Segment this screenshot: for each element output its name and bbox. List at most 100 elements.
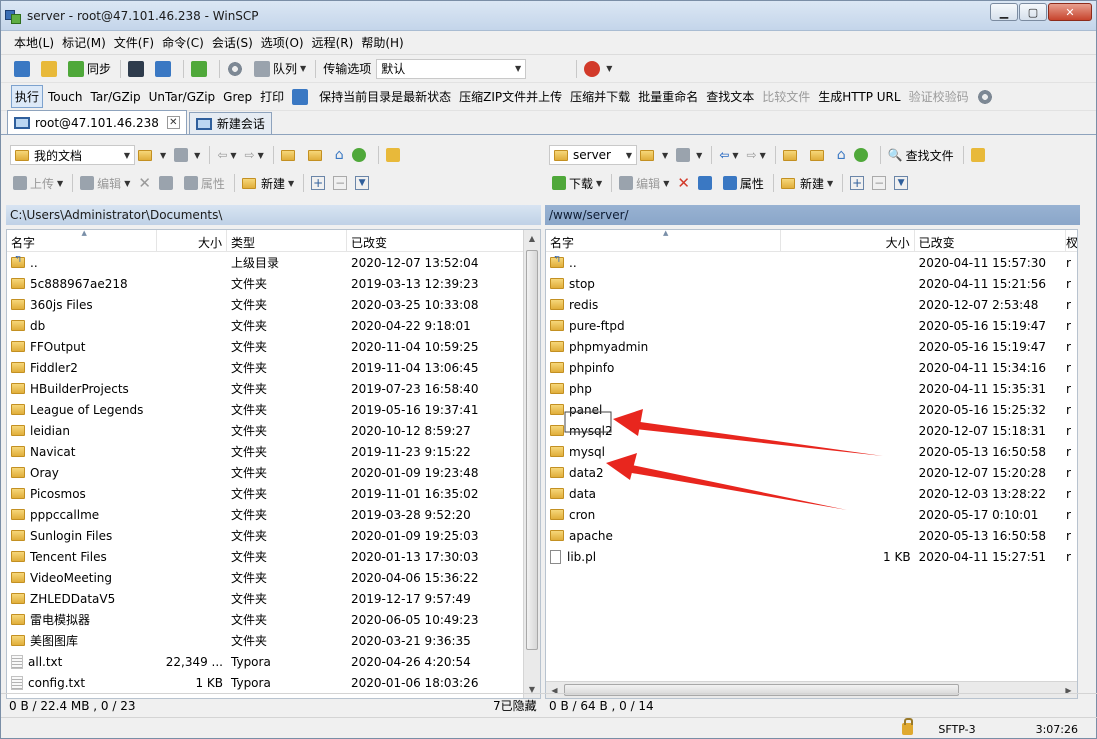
local-refresh-button[interactable] xyxy=(349,146,372,164)
zip-download-button[interactable]: 压缩并下载 xyxy=(567,86,633,107)
local-delete-button[interactable]: ✕ xyxy=(135,172,154,194)
table-row[interactable]: data2 2020-12-07 15:20:28 r xyxy=(546,462,1077,483)
remote-unselect-button[interactable]: − xyxy=(869,174,889,192)
remote-properties-button[interactable]: 属性 xyxy=(720,173,767,194)
remote-filter-select-button[interactable]: ▼ xyxy=(891,174,911,192)
menu-file[interactable]: 文件(F) xyxy=(111,32,157,53)
batch-rename-button[interactable]: 批量重命名 xyxy=(635,86,701,107)
remote-parent-dir-button[interactable] xyxy=(780,148,805,163)
touch-button[interactable]: Touch xyxy=(45,88,85,106)
menu-mark[interactable]: 标记(M) xyxy=(59,32,109,53)
local-edit-button[interactable]: 编辑 ▼ xyxy=(77,173,133,194)
remote-open-dir-button[interactable]: ▼ xyxy=(637,148,671,163)
scroll-up-icon[interactable]: ▲ xyxy=(524,230,540,247)
local-filter-select-button[interactable]: ▼ xyxy=(352,174,372,192)
putty-button[interactable] xyxy=(152,59,177,79)
remote-location-select[interactable]: server ▼ xyxy=(549,145,637,165)
table-row[interactable]: FFOutput 文件夹 2020-11-04 10:59:25 xyxy=(7,336,540,357)
scroll-thumb[interactable] xyxy=(526,250,538,650)
local-parent-dir-button[interactable] xyxy=(278,148,303,163)
local-open-dir-button[interactable]: ▼ xyxy=(135,148,169,163)
table-row[interactable]: 360js Files 文件夹 2020-03-25 10:33:08 xyxy=(7,294,540,315)
table-row[interactable]: db 文件夹 2020-04-22 9:18:01 xyxy=(7,315,540,336)
table-row[interactable]: all.txt 22,349 ... Typora 2020-04-26 4:20:5… xyxy=(7,651,540,672)
table-row[interactable]: panel 2020-05-16 15:25:32 r xyxy=(546,399,1077,420)
close-button[interactable]: ✕ xyxy=(1048,3,1092,21)
custom-commands-settings-button[interactable] xyxy=(974,87,999,107)
untar-gzip-button[interactable]: UnTar/GZip xyxy=(146,88,219,106)
local-properties-button[interactable]: 属性 xyxy=(181,173,228,194)
col-rights-header[interactable]: 杈 xyxy=(1066,230,1077,251)
preferences-button[interactable] xyxy=(224,59,249,79)
generate-url-button[interactable]: 生成HTTP URL xyxy=(815,86,903,107)
table-row[interactable]: mysql2 2020-12-07 15:18:31 r xyxy=(546,420,1077,441)
table-row[interactable]: Picosmos 文件夹 2019-11-01 16:35:02 xyxy=(7,483,540,504)
remote-delete-button[interactable]: ✕ xyxy=(674,172,693,194)
upload-button[interactable]: 上传 ▼ xyxy=(10,173,66,194)
local-tree-button[interactable] xyxy=(383,146,406,164)
remote-select-all-button[interactable]: + xyxy=(847,174,867,192)
compare-dirs-button[interactable] xyxy=(11,59,36,79)
menu-local[interactable]: 本地(L) xyxy=(11,32,57,53)
table-row[interactable]: Oray 文件夹 2020-01-09 19:23:48 xyxy=(7,462,540,483)
queue-button[interactable]: 队列 ▼ xyxy=(251,58,309,79)
table-row[interactable]: League of Legends 文件夹 2019-05-16 19:37:41 xyxy=(7,399,540,420)
close-icon[interactable]: ✕ xyxy=(166,116,180,129)
col-size-header[interactable]: 大小 xyxy=(781,230,915,251)
print-button[interactable]: 打印 xyxy=(257,86,287,107)
local-new-button[interactable]: 新建 ▼ xyxy=(239,173,297,194)
local-filter-button[interactable]: ▼ xyxy=(171,146,203,164)
keep-latest-button[interactable]: 保持当前目录是最新状态 xyxy=(316,86,454,107)
table-row[interactable]: HBuilderProjects 文件夹 2019-07-23 16:58:40 xyxy=(7,378,540,399)
tab-session[interactable]: root@47.101.46.238 ✕ xyxy=(7,110,187,134)
table-row[interactable]: stop 2020-04-11 15:21:56 r xyxy=(546,273,1077,294)
transfer-options-select[interactable]: 默认 ▼ xyxy=(376,58,527,79)
table-row[interactable]: config.txt 1 KB Typora 2020-01-06 18:03:26 xyxy=(7,672,540,693)
col-changed-header[interactable]: 已改变 xyxy=(915,230,1066,251)
table-row[interactable]: .. 上级目录 2020-12-07 13:52:04 xyxy=(7,252,540,273)
local-back-button[interactable]: ⇦ ▼ xyxy=(214,146,239,164)
local-forward-button[interactable]: ⇨ ▼ xyxy=(242,146,267,164)
zip-upload-button[interactable]: 压缩ZIP文件并上传 xyxy=(456,86,565,107)
reconnect-button[interactable]: ▼ xyxy=(581,59,615,79)
table-row[interactable]: mysql 2020-05-13 16:50:58 r xyxy=(546,441,1077,462)
table-row[interactable]: .. 2020-04-11 15:57:30 r xyxy=(546,252,1077,273)
table-row[interactable]: VideoMeeting 文件夹 2020-04-06 15:36:22 xyxy=(7,567,540,588)
remote-new-button[interactable]: 新建 ▼ xyxy=(778,173,836,194)
download-button[interactable]: 下载 ▼ xyxy=(549,173,605,194)
keep-up-to-date-button[interactable] xyxy=(289,87,314,107)
local-root-dir-button[interactable] xyxy=(305,148,330,163)
remote-refresh-button[interactable] xyxy=(851,146,874,164)
table-row[interactable]: data 2020-12-03 13:28:22 r xyxy=(546,483,1077,504)
table-row[interactable]: cron 2020-05-17 0:10:01 r xyxy=(546,504,1077,525)
grep-button[interactable]: Grep xyxy=(220,88,255,106)
local-home-button[interactable]: ⌂ xyxy=(332,145,347,165)
menu-options[interactable]: 选项(O) xyxy=(258,32,307,53)
tar-gzip-button[interactable]: Tar/GZip xyxy=(87,88,143,106)
find-files-button[interactable]: 🔍 查找文件 xyxy=(885,145,957,166)
find-text-button[interactable]: 查找文本 xyxy=(703,86,757,107)
remote-filter-button[interactable]: ▼ xyxy=(673,146,705,164)
remote-home-button[interactable]: ⌂ xyxy=(834,145,849,165)
sync-button[interactable]: 同步 xyxy=(65,58,114,79)
menu-session[interactable]: 会话(S) xyxy=(209,32,256,53)
menu-commands[interactable]: 命令(C) xyxy=(159,32,207,53)
local-rename-button[interactable] xyxy=(156,174,179,192)
col-changed-header[interactable]: 已改变 xyxy=(347,230,522,251)
table-row[interactable]: Sunlogin Files 文件夹 2020-01-09 19:25:03 xyxy=(7,525,540,546)
table-row[interactable]: Fiddler2 文件夹 2019-11-04 13:06:45 xyxy=(7,357,540,378)
maximize-button[interactable]: ▢ xyxy=(1019,3,1047,21)
local-vertical-scrollbar[interactable]: ▲ ▼ xyxy=(523,230,540,698)
table-row[interactable]: 雷电模拟器 文件夹 2020-06-05 10:49:23 xyxy=(7,609,540,630)
remote-forward-button[interactable]: ⇨ ▼ xyxy=(744,146,769,164)
remote-edit-button[interactable]: 编辑 ▼ xyxy=(616,173,672,194)
minimize-button[interactable]: ▁ xyxy=(990,3,1018,21)
col-name-header[interactable]: 名字 ▲ xyxy=(7,230,157,251)
sync-browse-button[interactable] xyxy=(38,59,63,79)
table-row[interactable]: 5c888967ae218 文件夹 2019-03-13 12:39:23 xyxy=(7,273,540,294)
table-row[interactable]: redis 2020-12-07 2:53:48 r xyxy=(546,294,1077,315)
col-type-header[interactable]: 类型 xyxy=(227,230,347,251)
local-location-select[interactable]: 我的文档 ▼ xyxy=(10,145,135,165)
table-row[interactable]: phpinfo 2020-04-11 15:34:16 r xyxy=(546,357,1077,378)
table-row[interactable]: php 2020-04-11 15:35:31 r xyxy=(546,378,1077,399)
